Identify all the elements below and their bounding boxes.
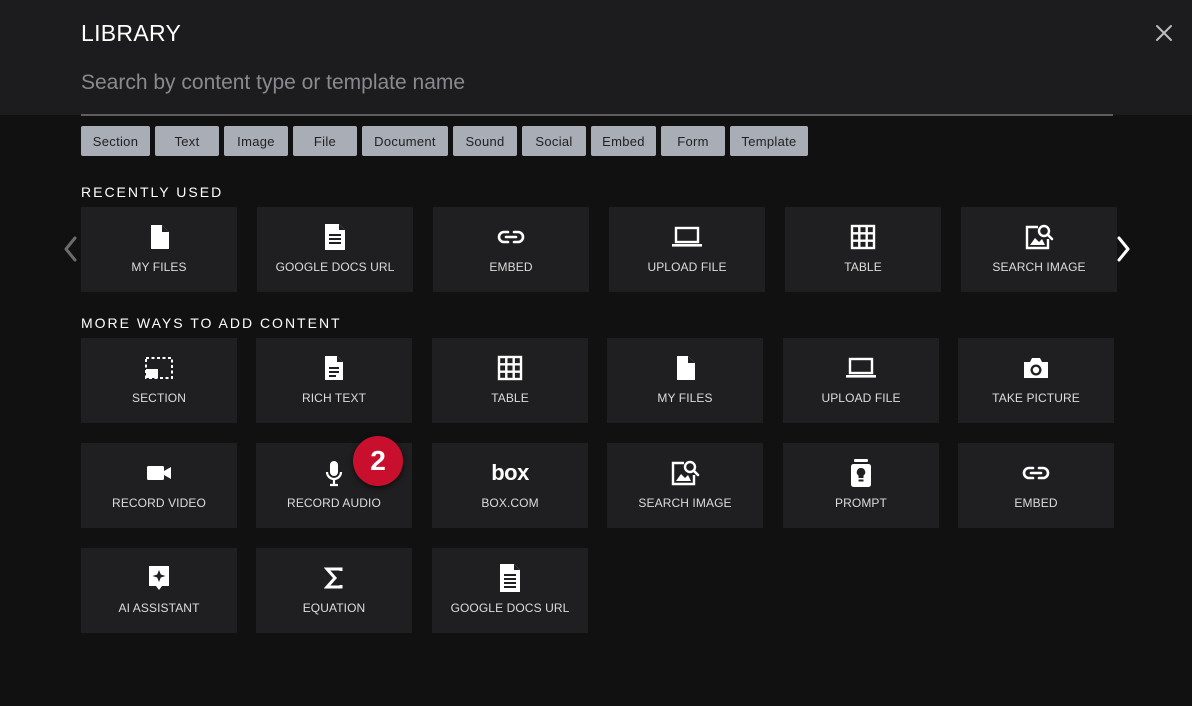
sigma-icon	[324, 567, 343, 589]
laptop-icon	[672, 226, 702, 247]
tile-label: RECORD AUDIO	[287, 496, 381, 510]
recent-tile-upload-file[interactable]: UPLOAD FILE	[609, 207, 765, 292]
microphone-icon	[325, 461, 343, 487]
filter-chip-embed[interactable]: Embed	[591, 126, 656, 156]
content-tile-equation[interactable]: EQUATION	[256, 548, 412, 633]
tile-label: EMBED	[489, 260, 533, 274]
tile-label: UPLOAD FILE	[647, 260, 727, 274]
close-button[interactable]	[1152, 21, 1176, 45]
recently-used-heading: RECENTLY USED	[81, 184, 224, 200]
content-tile-section[interactable]: SECTION	[81, 338, 237, 423]
content-tile-search-image[interactable]: SEARCH IMAGE	[607, 443, 763, 528]
content-tile-embed[interactable]: EMBED	[958, 443, 1114, 528]
carousel-prev-button[interactable]	[59, 234, 81, 264]
content-tile-my-files[interactable]: MY FILES	[607, 338, 763, 423]
box-logo: box	[491, 460, 529, 485]
carousel-next-button[interactable]	[1113, 234, 1135, 264]
step-badge: 2	[353, 436, 403, 486]
chevron-right-icon	[1117, 236, 1130, 262]
laptop-icon	[846, 357, 876, 378]
section-icon	[145, 357, 173, 379]
table-icon	[850, 224, 876, 250]
file-icon	[151, 225, 169, 249]
tile-label: SECTION	[131, 391, 187, 405]
filter-chip-section[interactable]: Section	[81, 126, 150, 156]
prompt-icon	[851, 459, 871, 487]
filter-chip-form[interactable]: Form	[661, 126, 725, 156]
tile-label: BOX.COM	[481, 496, 539, 510]
content-tile-upload-file[interactable]: UPLOAD FILE	[783, 338, 939, 423]
filter-chip-sound[interactable]: Sound	[453, 126, 517, 156]
content-tile-take-picture[interactable]: TAKE PICTURE	[958, 338, 1114, 423]
table-icon	[497, 355, 523, 381]
filter-chip-file[interactable]: File	[293, 126, 357, 156]
tile-label: SEARCH IMAGE	[638, 496, 732, 510]
content-tile-ai-assistant[interactable]: AI ASSISTANT	[81, 548, 237, 633]
filter-chip-document[interactable]: Document	[362, 126, 448, 156]
tile-label: TABLE	[844, 260, 882, 274]
more-ways-heading: MORE WAYS TO ADD CONTENT	[81, 315, 342, 331]
tile-label: RECORD VIDEO	[112, 496, 206, 510]
filter-chip-image[interactable]: Image	[224, 126, 288, 156]
file-icon	[677, 356, 695, 380]
camera-icon	[1024, 358, 1048, 378]
close-icon	[1156, 25, 1172, 41]
image-search-icon	[1025, 224, 1054, 250]
content-tile-rich-text[interactable]: RICH TEXT	[256, 338, 412, 423]
filter-chip-text[interactable]: Text	[155, 126, 219, 156]
image-search-icon	[671, 460, 700, 486]
tile-label: RICH TEXT	[301, 391, 367, 405]
tile-label: TAKE PICTURE	[992, 391, 1080, 405]
tile-label: UPLOAD FILE	[821, 391, 901, 405]
tile-label: PROMPT	[835, 496, 887, 510]
ai-sparkle-icon	[149, 566, 169, 590]
library-header: LIBRARY	[0, 0, 1192, 116]
chevron-left-icon	[64, 236, 77, 262]
content-tile-prompt[interactable]: PROMPT	[783, 443, 939, 528]
video-camera-icon	[147, 466, 171, 480]
link-icon	[497, 230, 525, 244]
document-icon	[500, 564, 520, 592]
tile-label: EQUATION	[302, 601, 366, 615]
link-icon	[1022, 466, 1050, 480]
tile-label: GOOGLE DOCS URL	[275, 260, 395, 274]
content-tile-google-docs-url[interactable]: GOOGLE DOCS URL	[432, 548, 588, 633]
recent-tile-search-image[interactable]: SEARCH IMAGE	[961, 207, 1117, 292]
search-input[interactable]	[81, 66, 1113, 116]
document-icon	[325, 224, 345, 250]
rich-text-icon	[325, 356, 343, 380]
recent-tile-embed[interactable]: EMBED	[433, 207, 589, 292]
tile-label: TABLE	[491, 391, 529, 405]
tile-label: SEARCH IMAGE	[992, 260, 1086, 274]
content-tile-box-com[interactable]: box BOX.COM	[432, 443, 588, 528]
tile-label: AI ASSISTANT	[118, 601, 200, 615]
tile-label: EMBED	[1014, 496, 1058, 510]
content-tile-record-video[interactable]: RECORD VIDEO	[81, 443, 237, 528]
library-title: LIBRARY	[81, 20, 182, 46]
filter-chips: Section Text Image File Document Sound S…	[81, 126, 808, 156]
tile-label: MY FILES	[131, 260, 187, 274]
filter-chip-social[interactable]: Social	[522, 126, 586, 156]
recent-tile-my-files[interactable]: MY FILES	[81, 207, 237, 292]
content-tile-table[interactable]: TABLE	[432, 338, 588, 423]
tile-label: MY FILES	[657, 391, 713, 405]
filter-chip-template[interactable]: Template	[730, 126, 808, 156]
tile-label: GOOGLE DOCS URL	[450, 601, 570, 615]
recent-tile-google-docs-url[interactable]: GOOGLE DOCS URL	[257, 207, 413, 292]
recent-tile-table[interactable]: TABLE	[785, 207, 941, 292]
